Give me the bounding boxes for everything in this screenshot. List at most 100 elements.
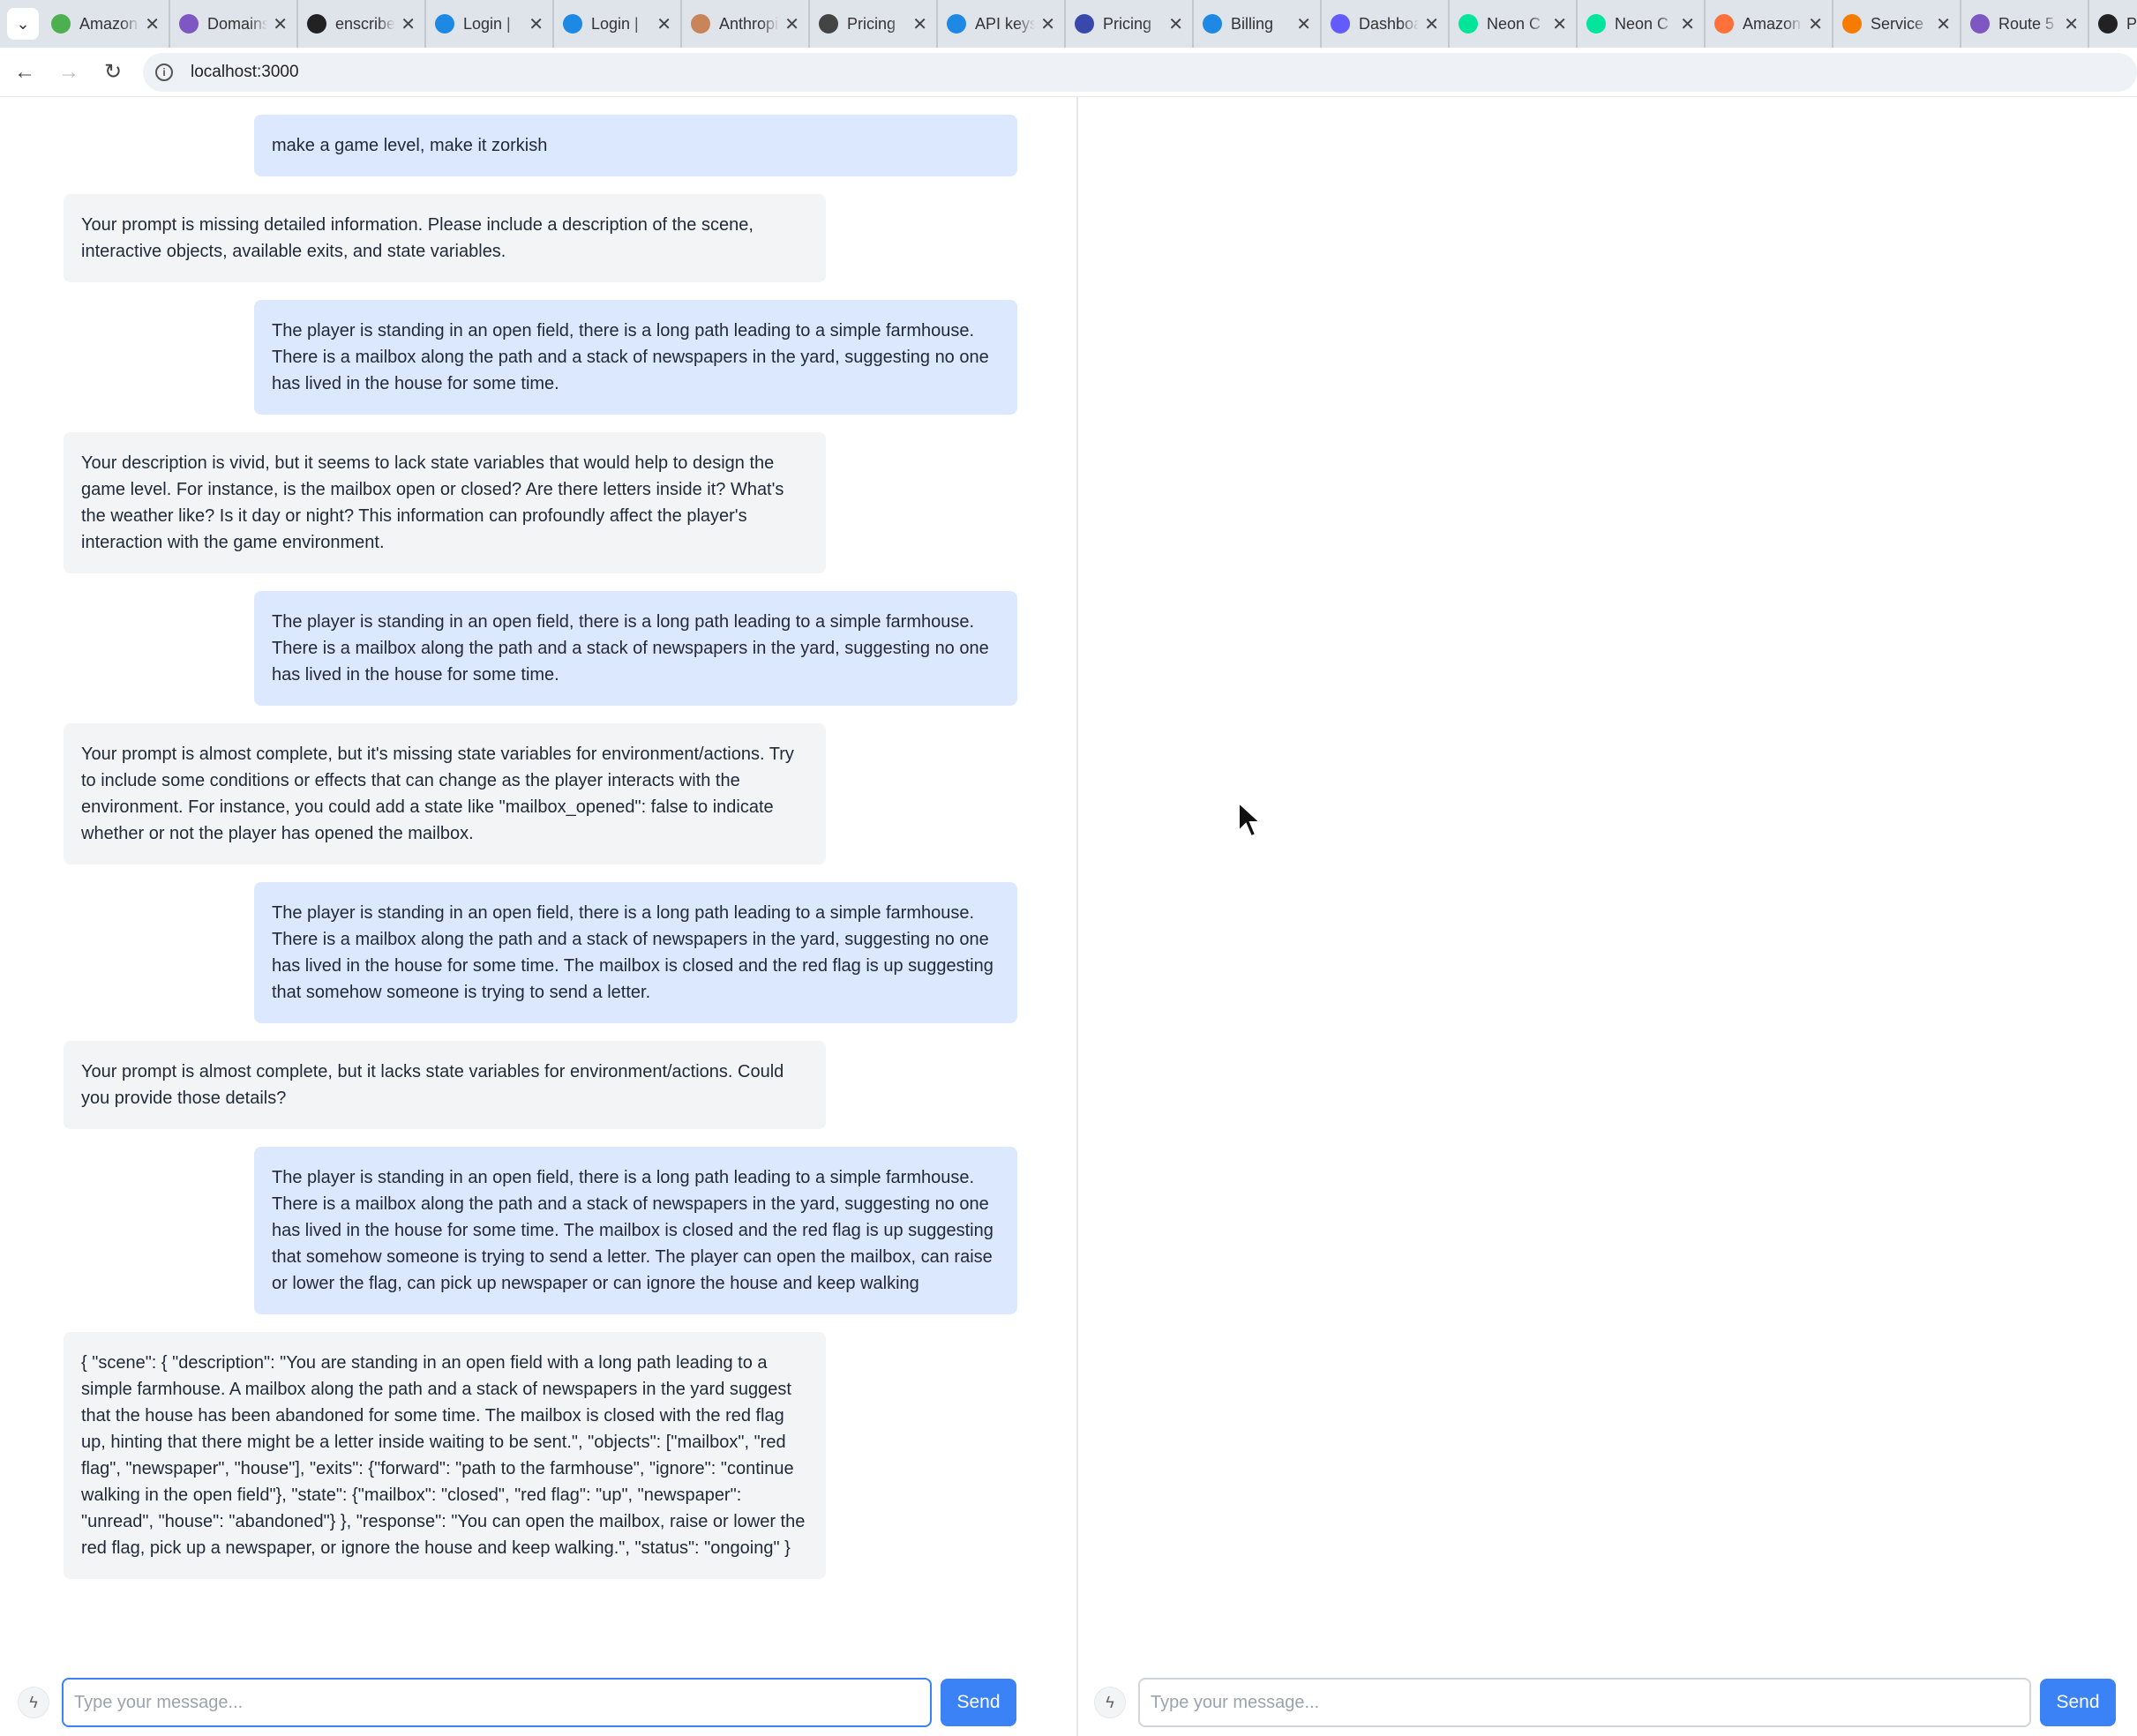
tab-strip: ⌄ Amazon ✕ Domains ✕ enscribe ✕ Login | ✕ Login …	[0, 0, 2137, 48]
forward-arrow-icon[interactable]: →	[49, 53, 88, 92]
site-info-icon[interactable]: i	[155, 63, 173, 81]
browser-tab[interactable]: Login | ✕	[426, 0, 554, 48]
left-send-button[interactable]: Send	[941, 1679, 1016, 1726]
close-icon[interactable]: ✕	[656, 13, 671, 35]
porkbun-icon	[179, 14, 199, 34]
close-icon[interactable]: ✕	[1680, 13, 1695, 35]
assistant-message: Your prompt is almost complete, but it's…	[64, 723, 826, 864]
right-message-input[interactable]	[1138, 1678, 2031, 1727]
tab-title[interactable]: Login |	[463, 15, 523, 34]
browser-tab[interactable]: Pricing ✕	[810, 0, 938, 48]
browser-tab[interactable]: enscribe ✕	[298, 0, 426, 48]
close-icon[interactable]: ✕	[784, 13, 799, 35]
close-icon[interactable]: ✕	[912, 13, 927, 35]
browser-tab[interactable]: Domains ✕	[170, 0, 298, 48]
close-icon[interactable]: ✕	[273, 13, 288, 35]
user-message: The player is standing in an open field,…	[254, 591, 1017, 706]
reload-icon[interactable]: ↻	[94, 53, 132, 92]
right-composer: ϟ Send	[1094, 1676, 2116, 1729]
gmail-icon	[51, 14, 71, 34]
lightning-icon[interactable]: ϟ	[1094, 1687, 1126, 1718]
firefox-icon	[1714, 14, 1734, 34]
tab-title[interactable]: Dashboard	[1359, 15, 1419, 34]
close-icon[interactable]: ✕	[1424, 13, 1439, 35]
tab-title[interactable]: Service	[1871, 15, 1931, 34]
auth0-icon	[563, 14, 582, 34]
tab-title[interactable]: Neon C	[1487, 15, 1547, 34]
tab-title[interactable]: API keys	[975, 15, 1035, 34]
close-icon[interactable]: ✕	[1296, 13, 1311, 35]
browser-tab[interactable]: Neon C ✕	[1578, 0, 1706, 48]
left-chat-pane: make a game level, make it zorkish Your p…	[0, 97, 1078, 1736]
close-icon[interactable]: ✕	[1808, 13, 1823, 35]
browser-tab[interactable]: Service ✕	[1833, 0, 1961, 48]
browser-tab[interactable]: Pricing ✕	[1066, 0, 1194, 48]
tab-title[interactable]: Amazon	[1743, 15, 1803, 34]
tab-title[interactable]: Pricing	[847, 15, 907, 34]
lightning-icon[interactable]: ϟ	[18, 1687, 49, 1718]
browser-tab[interactable]: Amazon ✕	[42, 0, 170, 48]
tab-title[interactable]: Pricing	[1103, 15, 1163, 34]
browser-toolbar: ← → ↻ i localhost:3000	[0, 48, 2137, 97]
user-message: The player is standing in an open field,…	[254, 1147, 1017, 1314]
auth0-icon	[435, 14, 454, 34]
tab-title[interactable]: Login |	[591, 15, 651, 34]
mouse-pointer-icon	[1238, 801, 1263, 838]
right-chat-pane: ϟ Send	[1080, 97, 2137, 1736]
aws-icon	[1842, 14, 1862, 34]
user-message: The player is standing in an open field,…	[254, 300, 1017, 415]
tab-list: Amazon ✕ Domains ✕ enscribe ✕ Login | ✕ Login | ✕…	[42, 0, 2137, 48]
browser-tab[interactable]: API keys ✕	[938, 0, 1066, 48]
stripe-icon	[1331, 14, 1350, 34]
browser-tab[interactable]: Anthropic ✕	[682, 0, 810, 48]
tab-search-chevron-icon[interactable]: ⌄	[7, 8, 39, 40]
browser-tab[interactable]: Route 5 ✕	[1961, 0, 2089, 48]
left-composer: ϟ Send	[18, 1676, 1016, 1729]
browser-tab[interactable]: P✕	[2089, 0, 2137, 48]
route53-icon	[1970, 14, 1990, 34]
tab-title[interactable]: P	[2126, 15, 2137, 34]
tab-title[interactable]: Domains	[207, 15, 267, 34]
user-message: The player is standing in an open field,…	[254, 882, 1017, 1023]
tab-title[interactable]: Amazon	[79, 15, 139, 34]
browser-tab[interactable]: Dashboard ✕	[1322, 0, 1450, 48]
anthropic-icon	[691, 14, 710, 34]
browser-tab[interactable]: Neon C ✕	[1450, 0, 1578, 48]
openai-icon	[819, 14, 838, 34]
back-arrow-icon[interactable]: ←	[5, 53, 44, 92]
openai-icon	[1075, 14, 1094, 34]
address-bar[interactable]: i localhost:3000	[143, 52, 2137, 92]
close-icon[interactable]: ✕	[529, 13, 544, 35]
app-content: make a game level, make it zorkish Your p…	[0, 97, 2137, 1736]
assistant-message: { "scene": { "description": "You are sta…	[64, 1332, 826, 1579]
assistant-message: Your prompt is almost complete, but it l…	[64, 1041, 826, 1129]
openai-icon	[1203, 14, 1222, 34]
tab-title[interactable]: Billing	[1231, 15, 1291, 34]
tab-title[interactable]: Neon C	[1615, 15, 1675, 34]
assistant-message: Your prompt is missing detailed informat…	[64, 194, 826, 282]
browser-tab[interactable]: Amazon ✕	[1706, 0, 1833, 48]
close-icon[interactable]: ✕	[1168, 13, 1183, 35]
close-icon[interactable]: ✕	[2064, 13, 2079, 35]
close-icon[interactable]: ✕	[145, 13, 160, 35]
close-icon[interactable]: ✕	[1040, 13, 1055, 35]
globe-icon	[947, 14, 966, 34]
left-message-input[interactable]	[62, 1678, 932, 1727]
assistant-message: Your description is vivid, but it seems …	[64, 432, 826, 573]
close-icon[interactable]: ✕	[1552, 13, 1567, 35]
tab-title[interactable]: Route 5	[1998, 15, 2058, 34]
user-message: make a game level, make it zorkish	[254, 115, 1017, 176]
neon-icon	[1458, 14, 1478, 34]
openai-icon	[2098, 14, 2118, 34]
tab-title[interactable]: enscribe	[335, 15, 395, 34]
close-icon[interactable]: ✕	[401, 13, 416, 35]
url-text[interactable]: localhost:3000	[191, 63, 299, 82]
github-icon	[307, 14, 326, 34]
right-send-button[interactable]: Send	[2040, 1679, 2116, 1726]
browser-tab[interactable]: Login | ✕	[554, 0, 682, 48]
neon-icon	[1586, 14, 1606, 34]
tab-title[interactable]: Anthropic	[719, 15, 779, 34]
close-icon[interactable]: ✕	[1936, 13, 1951, 35]
message-list: make a game level, make it zorkish Your p…	[64, 115, 1017, 1597]
browser-tab[interactable]: Billing ✕	[1194, 0, 1322, 48]
